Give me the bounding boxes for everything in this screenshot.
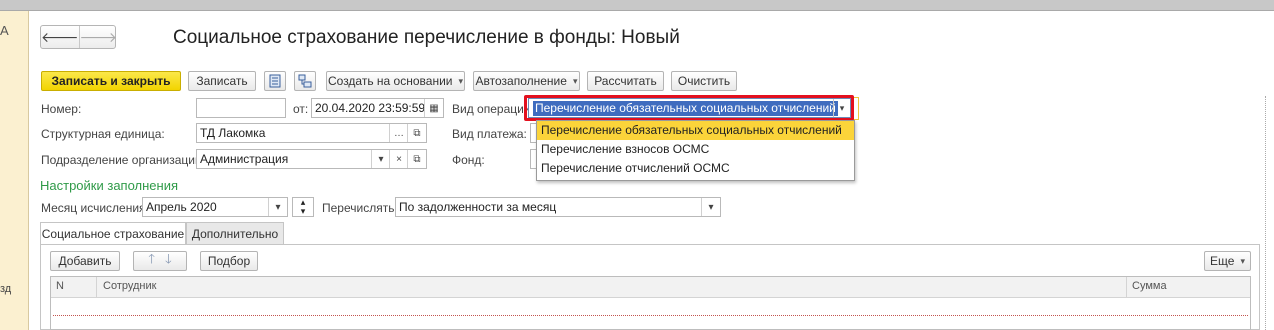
window-top-bar	[0, 0, 1274, 10]
open-icon[interactable]: ⧉	[407, 124, 426, 142]
table-header: N Сотрудник Сумма	[51, 277, 1250, 298]
date-field[interactable]: 20.04.2020 23:59:59 ▦	[311, 98, 444, 118]
left-panel-text-top: А	[0, 23, 9, 38]
division-value: Администрация	[200, 152, 289, 166]
column-header-amount[interactable]: Сумма	[1132, 280, 1167, 292]
column-header-n[interactable]: N	[56, 280, 64, 292]
month-field[interactable]: Апрель 2020 ▾	[142, 197, 288, 217]
column-divider	[1126, 277, 1127, 297]
employees-table: N Сотрудник Сумма	[50, 276, 1251, 330]
structure-icon[interactable]	[294, 71, 316, 91]
transfer-value: По задолженности за месяц	[399, 200, 557, 214]
create-based-on-button[interactable]: Создать на основании	[326, 71, 465, 91]
unit-value: ТД Лакомка	[200, 126, 266, 140]
unit-label: Структурная единица:	[41, 127, 165, 141]
operation-dropdown-list: Перечисление обязательных социальных отч…	[536, 120, 855, 181]
tab-additional[interactable]: Дополнительно	[186, 222, 284, 244]
page-title: Социальное страхование перечисление в фо…	[173, 27, 680, 48]
clear-icon[interactable]: ×	[389, 150, 408, 168]
empty-row-marker	[53, 315, 1248, 316]
ellipsis-icon[interactable]: …	[389, 124, 408, 142]
division-field[interactable]: Администрация ▾ × ⧉	[196, 149, 427, 169]
left-panel-text-bottom: зд	[0, 283, 12, 295]
month-label: Месяц исчисления:	[41, 201, 149, 215]
save-and-close-button[interactable]: Записать и закрыть	[41, 71, 181, 91]
dropdown-option[interactable]: Перечисление обязательных социальных отч…	[537, 121, 854, 140]
fill-settings-heading: Настройки заполнения	[40, 178, 179, 193]
chevron-down-icon[interactable]: ▾	[371, 150, 390, 168]
autofill-label: Автозаполнение	[475, 74, 567, 88]
autofill-button[interactable]: Автозаполнение	[473, 71, 580, 91]
dropdown-option[interactable]: Перечисление отчислений ОСМС	[537, 159, 854, 178]
history-nav: 🡐 🡒	[40, 25, 117, 49]
focus-outline	[854, 97, 859, 120]
more-label: Еще	[1210, 254, 1235, 268]
arrow-right-icon[interactable]: 🡒	[78, 26, 117, 48]
transfer-field[interactable]: По задолженности за месяц ▾	[395, 197, 721, 217]
arrow-left-icon[interactable]: 🡐	[41, 26, 79, 48]
tab-social-insurance[interactable]: Социальное страхование	[40, 222, 186, 245]
chevron-down-icon[interactable]: ▾	[268, 198, 287, 216]
create-based-on-label: Создать на основании	[327, 74, 453, 88]
date-value: 20.04.2020 23:59:59	[315, 101, 426, 115]
left-panel: А зд	[0, 11, 29, 330]
month-value: Апрель 2020	[146, 200, 217, 214]
add-button[interactable]: Добавить	[50, 251, 120, 271]
move-buttons: 🡑 🡓	[133, 251, 187, 271]
arrow-down-icon[interactable]: 🡓	[160, 250, 177, 272]
month-stepper[interactable]: ▴ ▾	[292, 197, 314, 217]
calculate-button[interactable]: Рассчитать	[587, 71, 664, 91]
save-button[interactable]: Записать	[188, 71, 256, 91]
chevron-down-icon[interactable]: ▾	[701, 198, 720, 216]
highlight-frame	[524, 95, 854, 121]
clear-button[interactable]: Очистить	[671, 71, 737, 91]
transfer-label: Перечислять:	[322, 201, 398, 215]
arrow-up-icon[interactable]: 🡑	[143, 250, 160, 272]
dropdown-option[interactable]: Перечисление взносов ОСМС	[537, 140, 854, 159]
column-divider	[96, 277, 97, 297]
date-label: от:	[293, 102, 309, 116]
fund-label: Фонд:	[452, 153, 485, 167]
calendar-icon[interactable]: ▦	[424, 99, 443, 117]
open-icon[interactable]: ⧉	[407, 150, 426, 168]
unit-field[interactable]: ТД Лакомка … ⧉	[196, 123, 427, 143]
number-label: Номер:	[41, 102, 82, 116]
payment-type-label: Вид платежа:	[452, 127, 527, 141]
division-label: Подразделение организации:	[41, 153, 206, 167]
column-header-employee[interactable]: Сотрудник	[103, 280, 156, 292]
number-field[interactable]	[196, 98, 286, 118]
document-list-icon[interactable]	[264, 71, 286, 91]
operation-label: Вид операции:	[452, 102, 534, 116]
selection-button[interactable]: Подбор	[200, 251, 258, 271]
more-button[interactable]: Еще	[1204, 251, 1251, 271]
right-divider	[1265, 96, 1267, 330]
window-top-border	[0, 10, 1274, 11]
stepper-down-icon[interactable]: ▾	[301, 207, 306, 216]
